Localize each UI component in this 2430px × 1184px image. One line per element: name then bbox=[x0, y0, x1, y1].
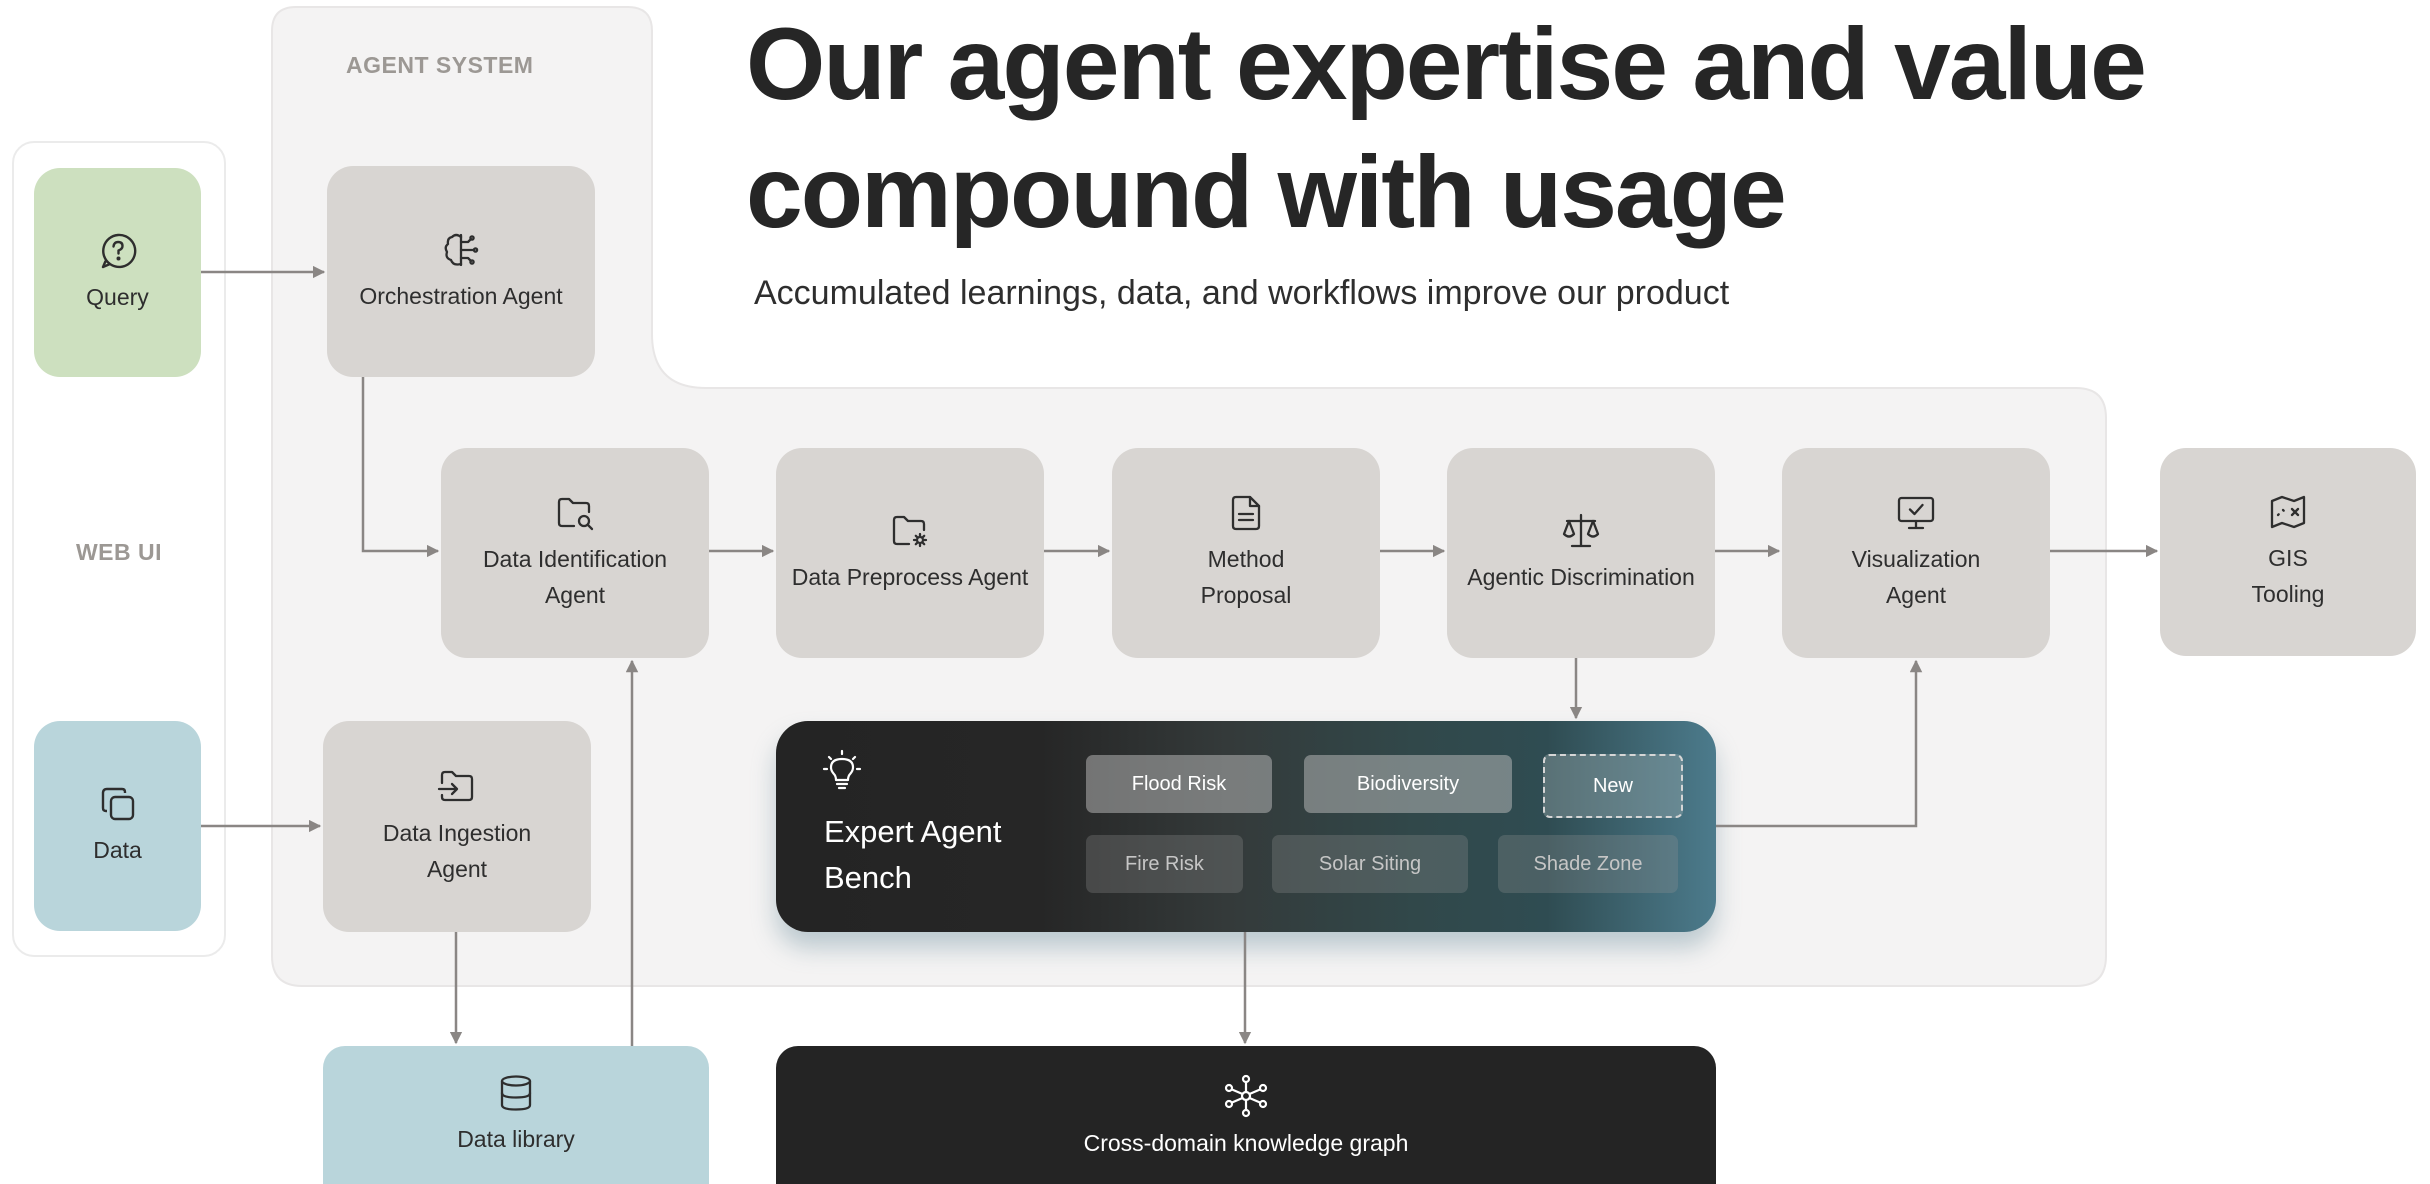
page-subtitle: Accumulated learnings, data, and workflo… bbox=[754, 274, 1730, 312]
agentic-discrimination-label: Agentic Discrimination bbox=[1467, 564, 1695, 590]
web-ui-label: WEB UI bbox=[75, 539, 163, 565]
chip-shade-zone[interactable]: Shade Zone bbox=[1498, 835, 1678, 893]
method-proposal-node[interactable]: Method Proposal bbox=[1112, 448, 1380, 658]
lightbulb-icon bbox=[820, 749, 864, 793]
knowledge-graph-label: Cross-domain knowledge graph bbox=[1083, 1129, 1409, 1156]
question-circle-icon bbox=[98, 231, 138, 271]
agentic-discrimination-node[interactable]: Agentic Discrimination bbox=[1447, 448, 1715, 658]
orchestration-agent-node[interactable]: Orchestration Agent bbox=[327, 166, 595, 377]
orchestration-agent-label: Orchestration Agent bbox=[359, 282, 563, 309]
folder-input-icon bbox=[437, 767, 477, 807]
data-preprocess-agent-label: Data Preprocess Agent bbox=[791, 564, 1029, 590]
brain-circuit-icon bbox=[441, 230, 481, 270]
chip-solar-siting[interactable]: Solar Siting bbox=[1272, 835, 1468, 893]
query-label: Query bbox=[86, 283, 149, 310]
chip-fire-risk[interactable]: Fire Risk bbox=[1086, 835, 1243, 893]
knowledge-graph-node[interactable]: Cross-domain knowledge graph bbox=[776, 1046, 1716, 1184]
monitor-check-icon bbox=[1896, 493, 1936, 533]
chip-flood-risk[interactable]: Flood Risk bbox=[1086, 755, 1272, 813]
data-ingestion-agent-label: Data Ingestion Agent bbox=[382, 819, 532, 882]
method-proposal-label: Method Proposal bbox=[1200, 546, 1292, 608]
database-icon bbox=[496, 1073, 536, 1113]
network-icon bbox=[1224, 1074, 1268, 1118]
visualization-agent-label: Visualization Agent bbox=[1851, 546, 1981, 608]
chip-biodiversity[interactable]: Biodiversity bbox=[1304, 755, 1512, 813]
data-identification-agent-node[interactable]: Data Identification Agent bbox=[441, 448, 709, 658]
gis-tooling-node[interactable]: GIS Tooling bbox=[2160, 448, 2416, 656]
folder-gear-icon bbox=[890, 511, 930, 551]
data-library-node[interactable]: Data library bbox=[323, 1046, 709, 1184]
scale-icon bbox=[1561, 511, 1601, 551]
document-icon bbox=[1226, 493, 1266, 533]
gis-tooling-label: GIS Tooling bbox=[2251, 545, 2325, 607]
expert-agent-bench-title: Expert Agent Bench bbox=[824, 814, 1002, 895]
page-title: Our agent expertise and value compound w… bbox=[746, 7, 2147, 249]
chip-new[interactable]: New bbox=[1543, 754, 1683, 818]
agent-system-label: AGENT SYSTEM bbox=[346, 52, 534, 78]
data-library-label: Data library bbox=[457, 1126, 575, 1152]
copy-files-icon bbox=[98, 784, 138, 824]
query-node[interactable]: Query bbox=[34, 168, 201, 377]
data-preprocess-agent-node[interactable]: Data Preprocess Agent bbox=[776, 448, 1044, 658]
folder-search-icon bbox=[555, 493, 595, 533]
expert-agent-bench[interactable]: Expert Agent Bench Flood Risk Biodiversi… bbox=[776, 721, 1716, 932]
data-ingestion-agent-node[interactable]: Data Ingestion Agent bbox=[323, 721, 591, 932]
data-label: Data bbox=[93, 837, 142, 863]
data-node[interactable]: Data bbox=[34, 721, 201, 931]
data-identification-agent-label: Data Identification Agent bbox=[482, 546, 668, 608]
map-x-icon bbox=[2268, 492, 2308, 532]
visualization-agent-node[interactable]: Visualization Agent bbox=[1782, 448, 2050, 658]
